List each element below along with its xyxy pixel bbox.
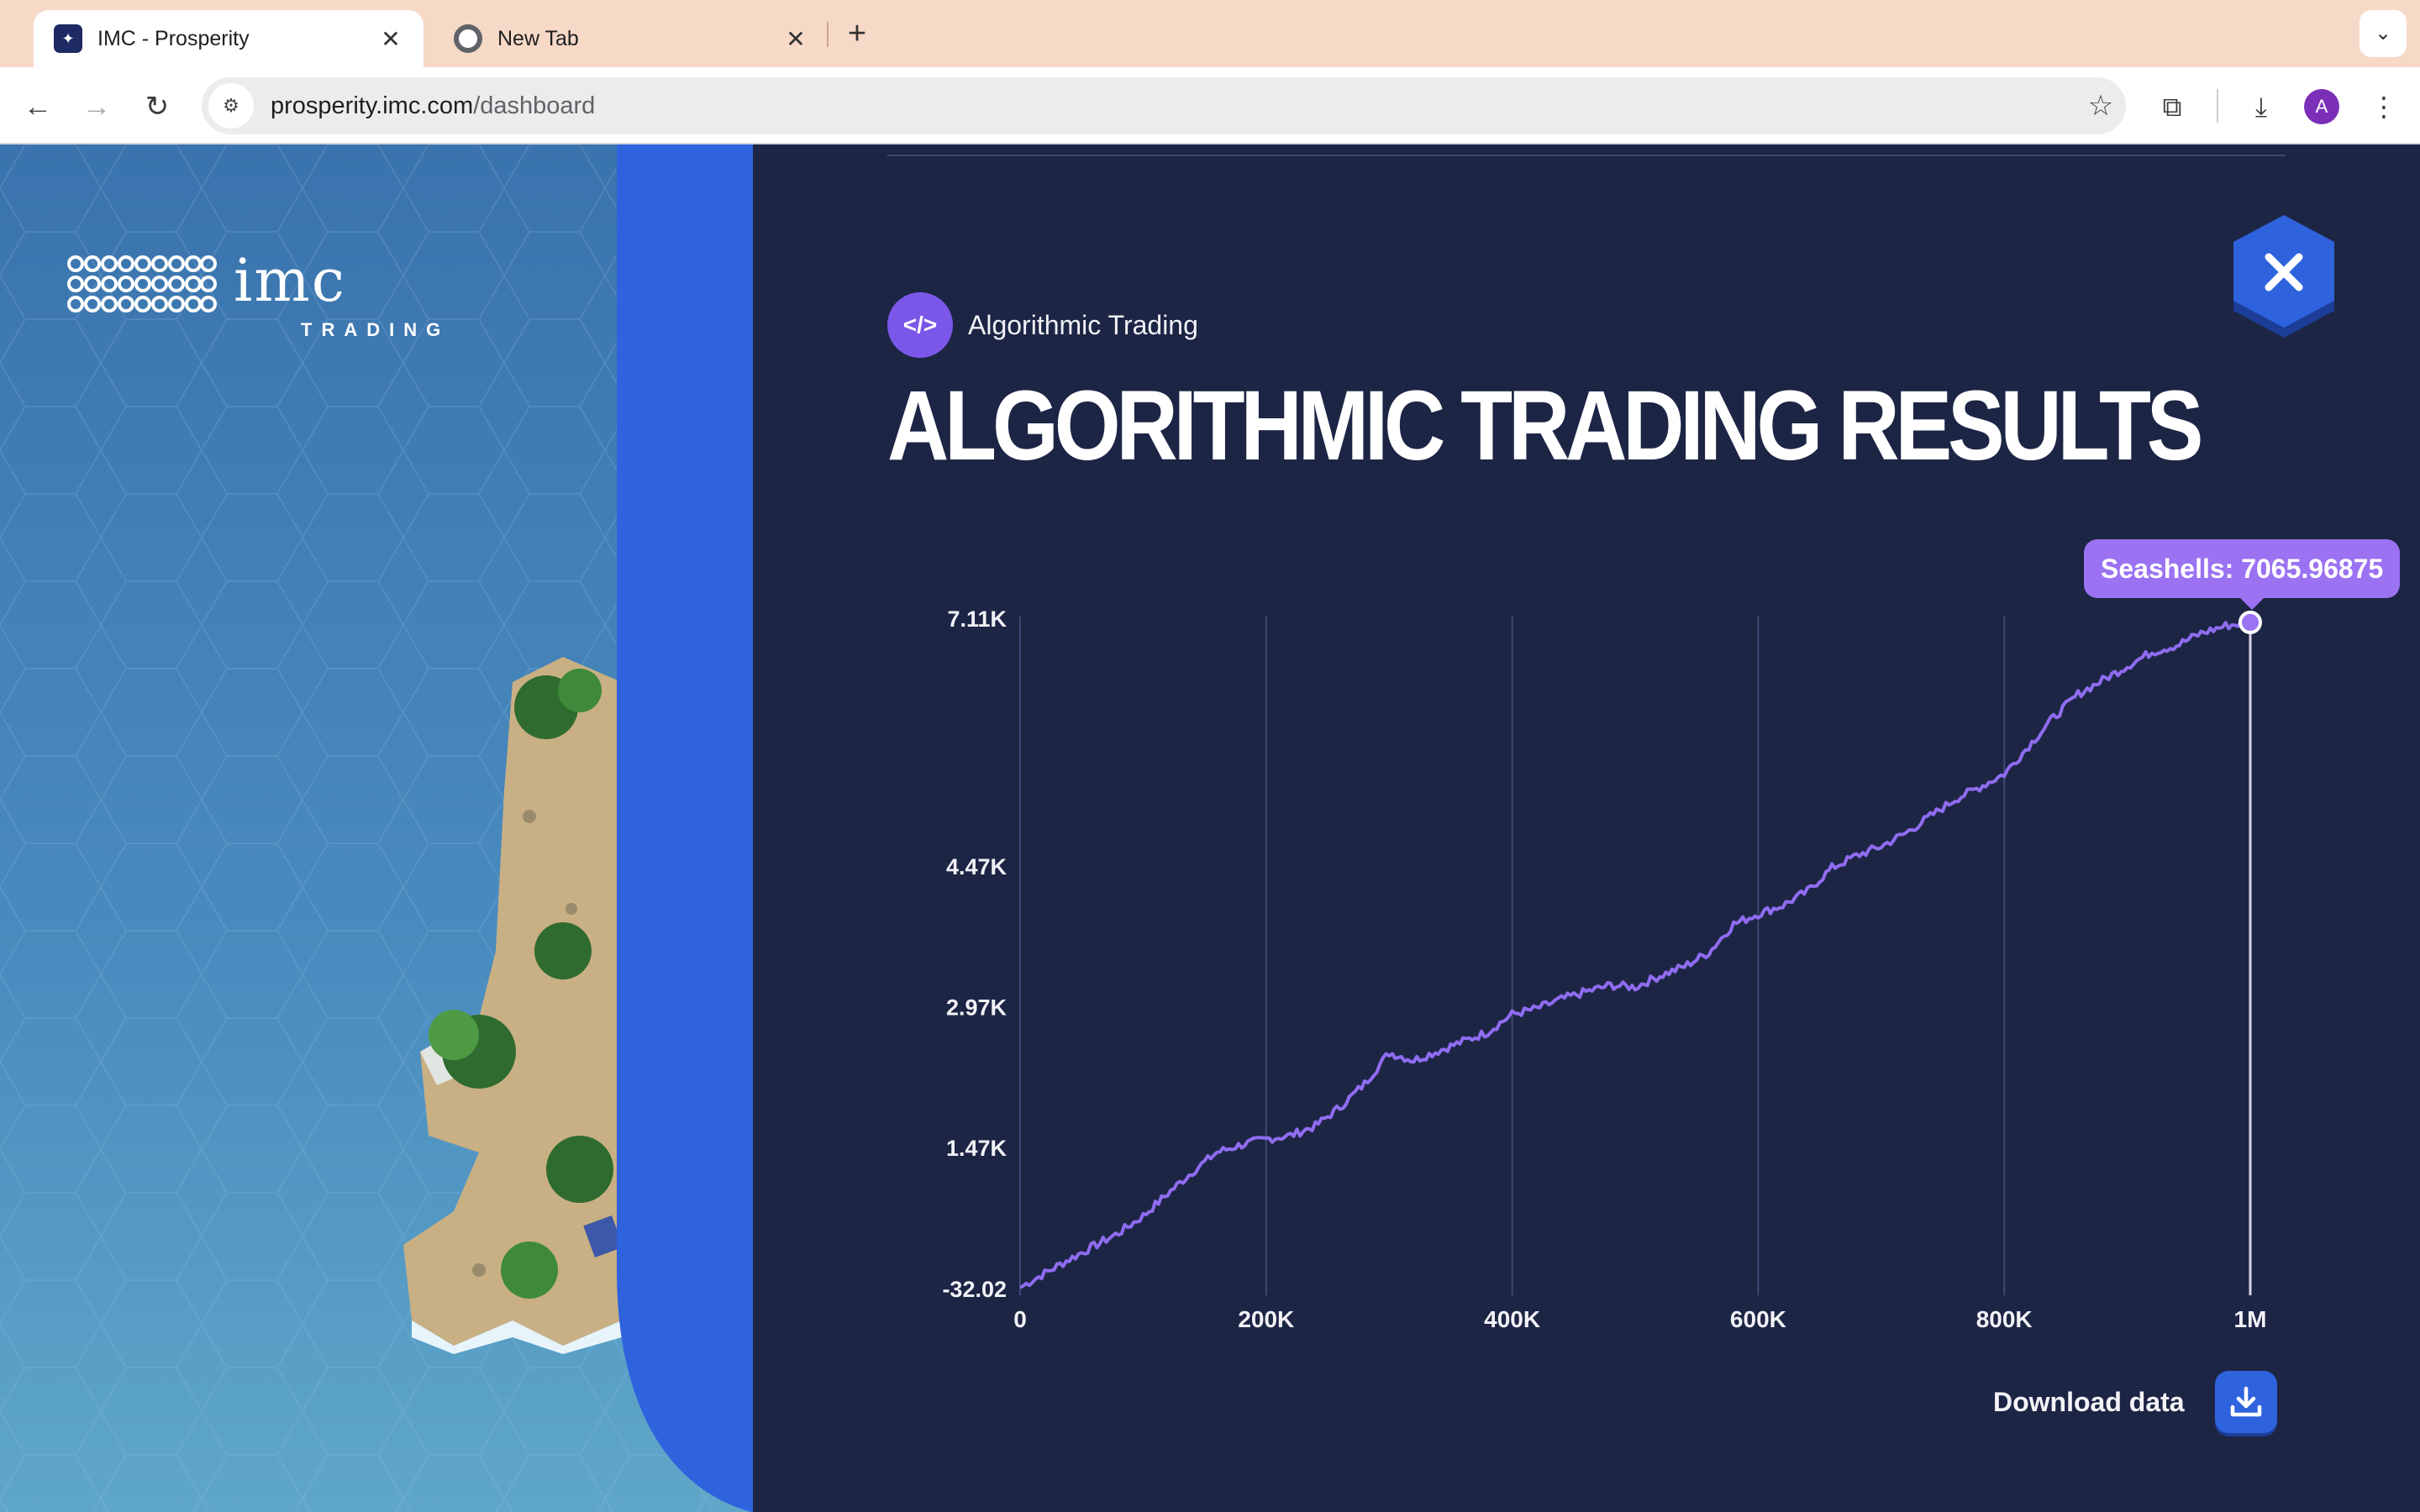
tab-search-button[interactable]: ⌄ [2360, 10, 2407, 57]
tab-divider [827, 22, 829, 47]
imc-logo-subtitle: TRADING [301, 319, 450, 340]
tab-imc-prosperity[interactable]: ✦ IMC - Prosperity ✕ [34, 10, 424, 67]
tab-title: New Tab [497, 26, 579, 50]
browser-toolbar: ← → ↻ ⚙ prosperity.imc.com/dashboard ☆ ⧉… [0, 67, 2420, 144]
x-tick-label: 600K [1730, 1306, 1786, 1332]
y-tick-label: 7.11K [947, 606, 1007, 632]
tab-title: IMC - Prosperity [97, 26, 250, 50]
left-decorative-panel: imc TRADING [0, 144, 753, 1512]
menu-kebab-icon[interactable]: ⋮ [2363, 86, 2405, 128]
site-info-icon[interactable]: ⚙ [208, 83, 254, 129]
bookmark-star-icon[interactable]: ☆ [2075, 89, 2126, 123]
x-tick-label: 800K [1976, 1306, 2033, 1332]
results-line-chart: 0 200K 400K 600K 800K 1M -32.02 1.47K 2.97K 4.47K… [942, 606, 2267, 1332]
series-line [1019, 619, 2252, 1289]
new-tab-button[interactable]: + [839, 13, 876, 54]
imc-logo-word: imc [234, 246, 346, 315]
url-path: /dashboard [473, 92, 596, 119]
blue-curved-edge [617, 144, 753, 1512]
y-tick-label: -32.02 [942, 1277, 1007, 1302]
close-tab-icon[interactable]: ✕ [378, 25, 403, 53]
reload-icon[interactable]: ↻ [136, 86, 178, 128]
x-tick-label: 200K [1238, 1306, 1294, 1332]
results-modal: </> Algorithmic Trading ALGORITHMIC TRAD… [753, 144, 2420, 1512]
x-tick-label: 1M [2234, 1306, 2267, 1332]
tab-new-tab[interactable]: New Tab ✕ [434, 10, 829, 67]
back-arrow-icon[interactable]: ← [17, 86, 59, 128]
extensions-icon[interactable]: ⧉ [2151, 86, 2193, 128]
x-tick-label: 0 [1013, 1306, 1027, 1332]
download-data-button[interactable] [2214, 1371, 2277, 1433]
download-icon[interactable]: ⤓ [2240, 86, 2282, 128]
island-illustration [403, 657, 622, 1354]
url-text[interactable]: prosperity.imc.com/dashboard [271, 92, 2075, 120]
imc-trading-logo: imc TRADING [67, 246, 440, 340]
imc-dots-mark-icon [67, 255, 217, 312]
profile-avatar[interactable]: A [2304, 89, 2339, 124]
y-tick-label: 2.97K [946, 995, 1007, 1021]
address-bar[interactable]: ⚙ prosperity.imc.com/dashboard ☆ [202, 77, 2126, 134]
chart-tooltip: Seashells: 7065.96875 [2084, 539, 2401, 610]
toolbar-separator [2217, 89, 2218, 123]
highlight-point [2238, 610, 2262, 634]
y-tick-label: 1.47K [946, 1136, 1007, 1161]
download-arrow-icon [2230, 1386, 2261, 1417]
x-tick-label: 400K [1484, 1306, 1540, 1332]
imc-favicon-icon: ✦ [54, 24, 82, 53]
forward-arrow-icon[interactable]: → [76, 86, 118, 128]
chrome-favicon-icon [454, 24, 482, 53]
y-tick-label: 4.47K [946, 854, 1007, 879]
url-host: prosperity.imc.com [271, 92, 474, 119]
close-tab-icon[interactable]: ✕ [783, 25, 808, 53]
download-data-label[interactable]: Download data [1993, 1387, 2185, 1418]
download-row: Download data [1993, 1371, 2277, 1433]
tab-strip: ✦ IMC - Prosperity ✕ New Tab ✕ + ⌄ [0, 0, 2420, 67]
